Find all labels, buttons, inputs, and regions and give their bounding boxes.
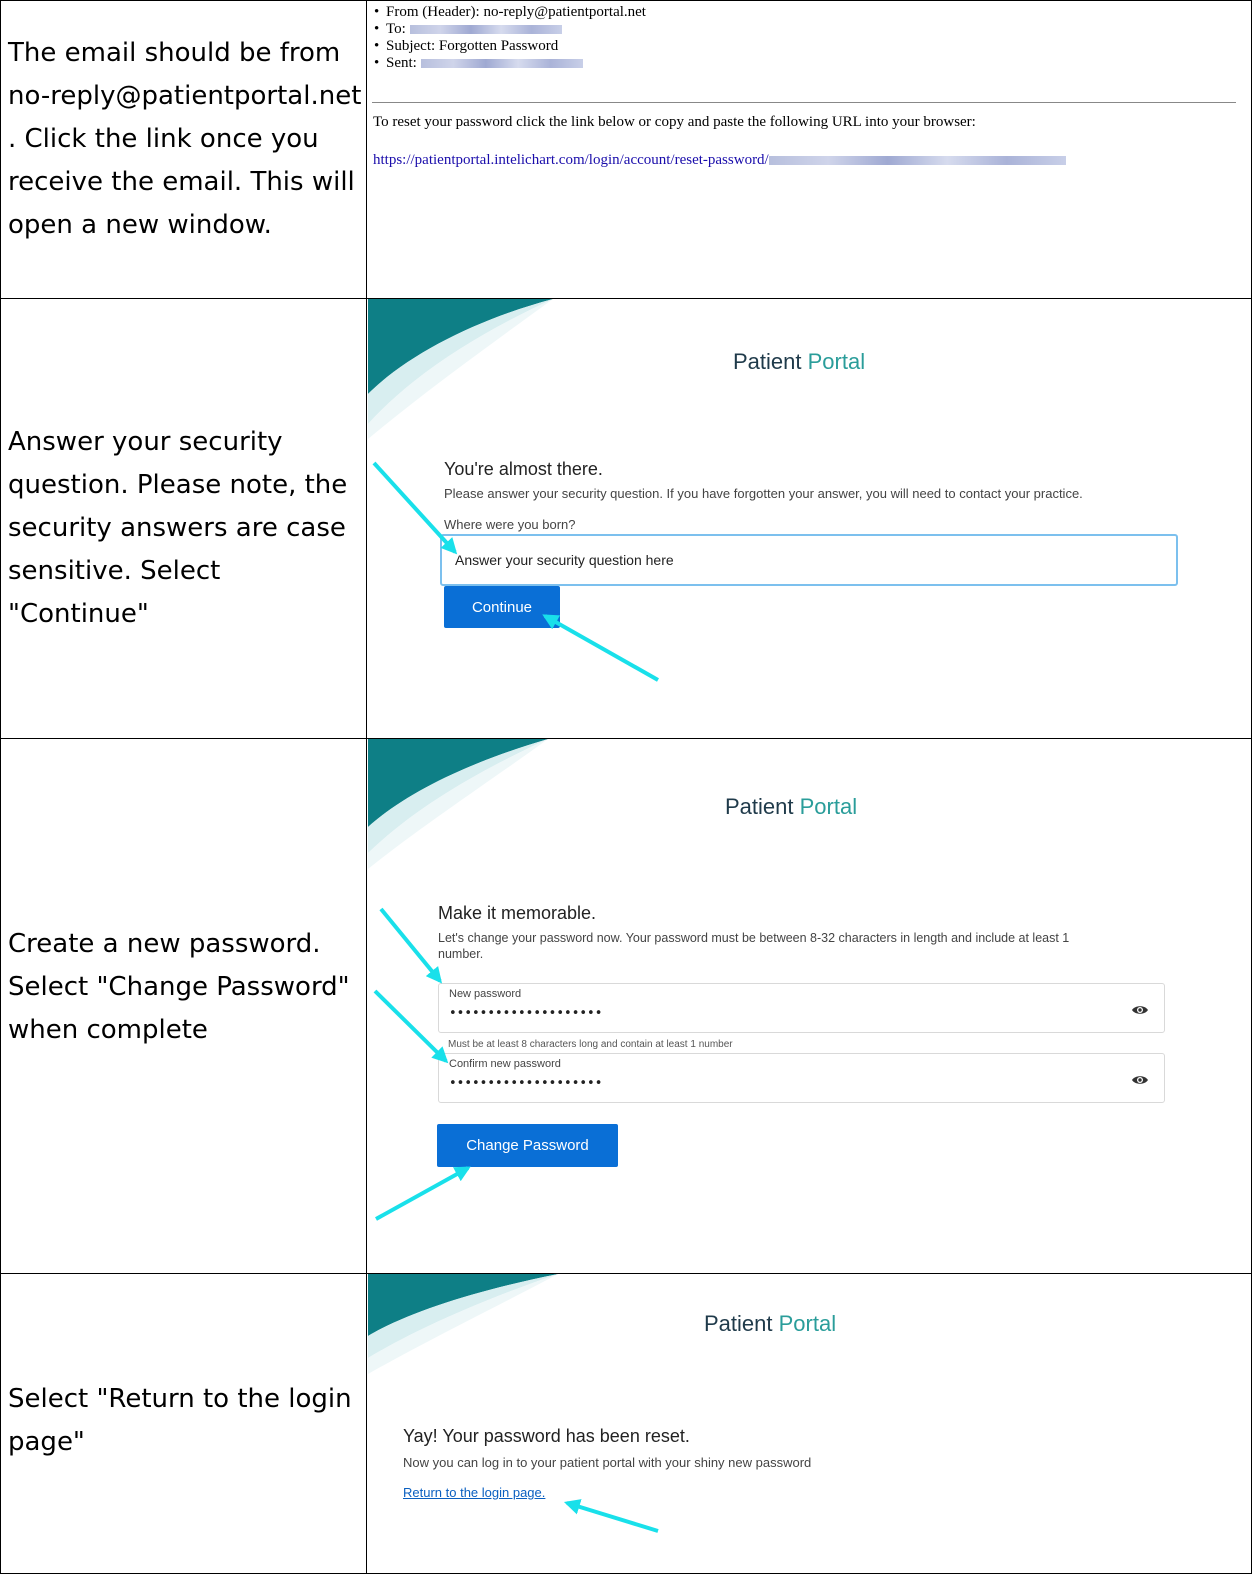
- show-password-icon[interactable]: [1131, 1074, 1149, 1086]
- step-2-text: Answer your security question. Please no…: [8, 427, 348, 629]
- portal-title: Patient Portal: [725, 794, 857, 820]
- portal-title-main: Patient: [733, 349, 802, 374]
- instruction-table: The email should be from no-reply@patien…: [0, 0, 1252, 1574]
- email-body-text: To reset your password click the link be…: [373, 114, 976, 130]
- password-hint: Must be at least 8 characters long and c…: [448, 1039, 733, 1050]
- portal-title-main: Patient: [704, 1311, 773, 1336]
- portal-title-accent: Portal: [807, 349, 866, 374]
- portal-title-accent: Portal: [799, 794, 858, 819]
- password-instructions-line2: number.: [438, 947, 484, 961]
- portal-title-main: Patient: [725, 794, 794, 819]
- security-answer-input[interactable]: Answer your security question here: [440, 534, 1178, 586]
- email-from: From (Header): no-reply@patientportal.ne…: [374, 4, 646, 21]
- column-divider: [366, 0, 367, 1574]
- email-subject: Subject: Forgotten Password: [374, 38, 646, 55]
- table-border-bottom: [0, 1573, 1252, 1574]
- brand-swoosh-graphic: [368, 739, 548, 869]
- new-password-field[interactable]: New password ••••••••••••••••••••: [438, 983, 1165, 1033]
- new-password-value: ••••••••••••••••••••: [449, 1006, 603, 1021]
- email-sent: Sent:: [374, 55, 646, 72]
- security-question-label: Where were you born?: [444, 517, 576, 532]
- new-password-label: New password: [449, 988, 522, 1000]
- security-heading: You're almost there.: [444, 459, 603, 479]
- redacted-date: [420, 59, 583, 69]
- step-4-text: Select "Return to the login page": [8, 1384, 352, 1457]
- reset-url-text: https://patientportal.intelichart.com/lo…: [373, 152, 769, 168]
- password-instructions-line1: Let's change your password now. Your pas…: [438, 931, 1070, 945]
- email-to: To:: [374, 21, 646, 38]
- email-header-list: From (Header): no-reply@patientportal.ne…: [374, 4, 646, 72]
- email-sent-label: Sent:: [386, 55, 417, 71]
- confirm-password-value: ••••••••••••••••••••: [449, 1076, 603, 1091]
- email-to-label: To:: [386, 21, 406, 37]
- reset-complete-screenshot: Patient Portal Yay! Your password has be…: [368, 1274, 1250, 1572]
- show-password-icon[interactable]: [1131, 1004, 1149, 1016]
- email-divider: [372, 102, 1236, 103]
- redacted-recipient: [409, 25, 562, 35]
- security-instructions: Please answer your security question. If…: [444, 486, 1083, 501]
- portal-title-accent: Portal: [778, 1311, 837, 1336]
- redacted-token: [768, 156, 1066, 166]
- reset-heading: Yay! Your password has been reset.: [403, 1426, 690, 1446]
- password-heading: Make it memorable.: [438, 903, 597, 923]
- confirm-password-field[interactable]: Confirm new password •••••••••••••••••••…: [438, 1053, 1165, 1103]
- step-3-text: Create a new password. Select "Change Pa…: [8, 929, 350, 1045]
- table-border-left: [0, 0, 1, 1574]
- return-to-login-link[interactable]: Return to the login page.: [403, 1485, 545, 1500]
- new-password-screenshot: Patient Portal Make it memorable. Let's …: [368, 739, 1250, 1272]
- email-screenshot: From (Header): no-reply@patientportal.ne…: [368, 1, 1250, 297]
- brand-swoosh-graphic: [368, 299, 553, 439]
- table-border-right: [1251, 0, 1252, 1574]
- change-password-button[interactable]: Change Password: [437, 1124, 618, 1167]
- security-question-screenshot: Patient Portal You're almost there. Plea…: [368, 299, 1250, 737]
- step-1-text: The email should be from no-reply@patien…: [8, 38, 362, 240]
- confirm-password-label: Confirm new password: [449, 1058, 561, 1070]
- reset-password-link[interactable]: https://patientportal.intelichart.com/lo…: [373, 152, 1066, 169]
- brand-swoosh-graphic: [368, 1274, 558, 1374]
- reset-message: Now you can log in to your patient porta…: [403, 1455, 812, 1470]
- security-answer-placeholder: Answer your security question here: [455, 552, 674, 568]
- continue-button[interactable]: Continue: [444, 586, 560, 628]
- portal-title: Patient Portal: [733, 349, 865, 375]
- portal-title: Patient Portal: [704, 1311, 836, 1337]
